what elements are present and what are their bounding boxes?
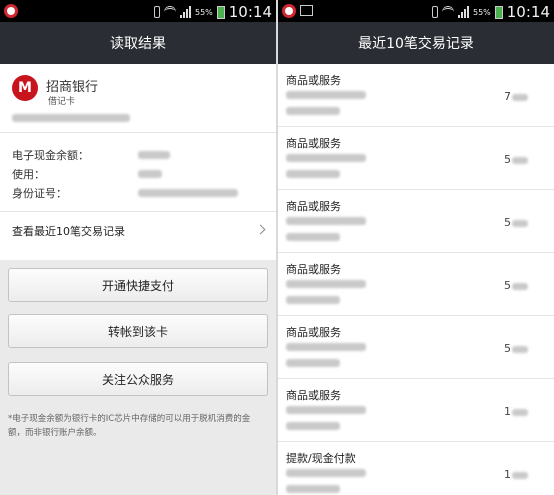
transfer-to-card-button[interactable]: 转帐到该卡 — [8, 314, 268, 348]
usage-label: 使用： — [12, 168, 45, 181]
redacted-value — [138, 189, 238, 197]
wifi-icon — [163, 6, 176, 18]
bluetooth-icon — [153, 6, 160, 18]
info-row: 电子现金余额： — [12, 147, 170, 163]
id-number-label: 身份证号： — [12, 187, 67, 200]
transaction-type: 商品或服务 — [286, 389, 341, 402]
ecash-balance-label: 电子现金余额： — [12, 149, 89, 162]
battery-percent: 55% — [194, 7, 213, 17]
status-bar: 55% 10:14 — [278, 0, 554, 22]
transaction-type: 商品或服务 — [286, 74, 341, 87]
transaction-type: 商品或服务 — [286, 326, 341, 339]
transaction-row[interactable]: 商品或服务 5 — [278, 127, 554, 190]
transaction-amount: 7 — [504, 90, 528, 103]
card-info: 电子现金余额： 使用： 身份证号： — [0, 133, 276, 211]
redacted-value — [138, 170, 162, 178]
wifi-icon — [441, 6, 454, 18]
bank-header: M 招商银行 借记卡 — [0, 64, 276, 107]
info-row: 使用： — [12, 166, 162, 182]
transaction-amount: 5 — [504, 342, 528, 355]
battery-percent: 55% — [472, 7, 491, 17]
transaction-type: 商品或服务 — [286, 137, 341, 150]
transaction-amount: 5 — [504, 153, 528, 166]
bluetooth-icon — [431, 6, 438, 18]
transaction-row[interactable]: 商品或服务 5 — [278, 253, 554, 316]
transaction-amount: 1 — [504, 468, 528, 481]
transaction-type: 商品或服务 — [286, 200, 341, 213]
action-area: 开通快捷支付 转帐到该卡 关注公众服务 *电子现金余额为银行卡的IC芯片中存储的… — [0, 260, 276, 495]
cmb-logo-icon: M — [12, 75, 38, 101]
notification-app-icon — [4, 4, 18, 18]
page-title: 最近10笔交易记录 — [278, 22, 554, 64]
clock: 10:14 — [506, 3, 550, 21]
ecash-note: *电子现金余额为银行卡的IC芯片中存储的可以用于脱机消费的金额，而非银行账户余额… — [8, 414, 251, 438]
page-title: 读取结果 — [0, 22, 276, 64]
transaction-type: 提款/现金付款 — [286, 452, 356, 465]
left-screen: 55% 10:14 读取结果 M 招商银行 借记卡 电子现金余额： 使用： 身份… — [0, 0, 276, 495]
transaction-row[interactable]: 提款/现金付款 1 — [278, 442, 554, 495]
right-screen: 55% 10:14 最近10笔交易记录 商品或服务 7 商品或服务 5 商品或服… — [278, 0, 554, 495]
clock: 10:14 — [228, 3, 272, 21]
signal-icon — [457, 6, 469, 18]
info-row: 身份证号： — [12, 185, 238, 201]
transaction-row[interactable]: 商品或服务 5 — [278, 190, 554, 253]
redacted-value — [138, 151, 170, 159]
transaction-list: 商品或服务 7 商品或服务 5 商品或服务 5 商品或服务 5 商品或服务 5 … — [278, 64, 554, 495]
view-records-label: 查看最近10笔交易记录 — [12, 225, 125, 238]
transaction-row[interactable]: 商品或服务 1 — [278, 379, 554, 442]
transaction-amount: 1 — [504, 405, 528, 418]
view-recent-transactions-link[interactable]: 查看最近10笔交易记录 — [0, 211, 276, 249]
notification-app-icon — [282, 4, 296, 18]
transaction-amount: 5 — [504, 216, 528, 229]
battery-icon — [216, 5, 225, 19]
image-notification-icon — [300, 5, 313, 16]
signal-icon — [179, 6, 191, 18]
transaction-type: 商品或服务 — [286, 263, 341, 276]
card-number-redacted — [0, 106, 276, 132]
transaction-row[interactable]: 商品或服务 5 — [278, 316, 554, 379]
status-bar: 55% 10:14 — [0, 0, 276, 22]
battery-icon — [494, 5, 503, 19]
transaction-row[interactable]: 商品或服务 7 — [278, 64, 554, 127]
bank-name: 招商银行 — [46, 80, 99, 95]
chevron-right-icon — [255, 224, 266, 235]
follow-public-service-button[interactable]: 关注公众服务 — [8, 362, 268, 396]
quick-pay-button[interactable]: 开通快捷支付 — [8, 268, 268, 302]
transaction-amount: 5 — [504, 279, 528, 292]
